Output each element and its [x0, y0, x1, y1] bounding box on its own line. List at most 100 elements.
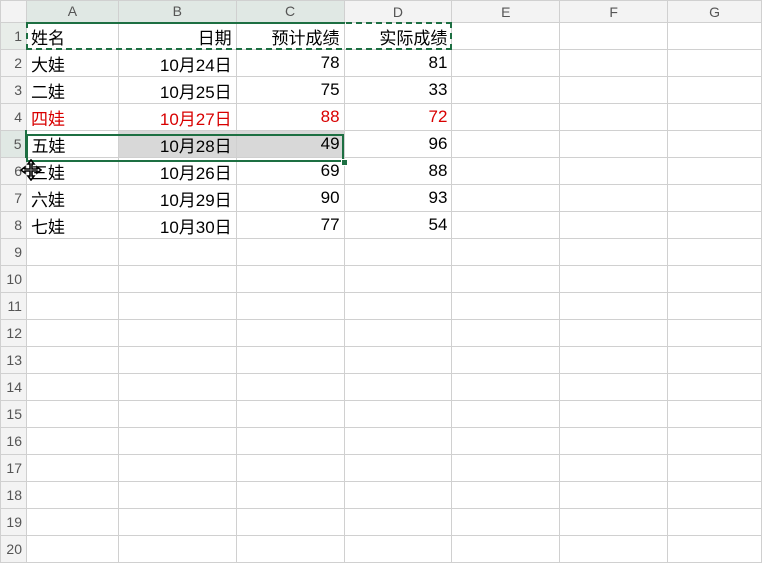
cell-G1[interactable]: [668, 23, 762, 50]
row-header-12[interactable]: 12: [1, 320, 27, 347]
cell-G3[interactable]: [668, 77, 762, 104]
cell-A17[interactable]: [26, 455, 118, 482]
cell-A3[interactable]: 二娃: [26, 77, 118, 104]
cell-G13[interactable]: [668, 347, 762, 374]
col-header-A[interactable]: A: [26, 1, 118, 23]
cell-C10[interactable]: [236, 266, 344, 293]
cell-A19[interactable]: [26, 509, 118, 536]
cell-D15[interactable]: [344, 401, 452, 428]
cell-E11[interactable]: [452, 293, 560, 320]
cell-B10[interactable]: [118, 266, 236, 293]
cell-G19[interactable]: [668, 509, 762, 536]
cell-D7[interactable]: 93: [344, 185, 452, 212]
cell-C12[interactable]: [236, 320, 344, 347]
col-header-G[interactable]: G: [668, 1, 762, 23]
col-header-C[interactable]: C: [236, 1, 344, 23]
cell-G4[interactable]: [668, 104, 762, 131]
cell-B12[interactable]: [118, 320, 236, 347]
col-header-E[interactable]: E: [452, 1, 560, 23]
cell-D8[interactable]: 54: [344, 212, 452, 239]
cell-B15[interactable]: [118, 401, 236, 428]
cell-A6[interactable]: 三娃: [26, 158, 118, 185]
row-header-16[interactable]: 16: [1, 428, 27, 455]
cell-E19[interactable]: [452, 509, 560, 536]
cell-D3[interactable]: 33: [344, 77, 452, 104]
cell-A5[interactable]: 五娃: [26, 131, 118, 158]
cell-G12[interactable]: [668, 320, 762, 347]
cell-B8[interactable]: 10月30日: [118, 212, 236, 239]
cell-A20[interactable]: [26, 536, 118, 563]
cell-E8[interactable]: [452, 212, 560, 239]
cell-A11[interactable]: [26, 293, 118, 320]
row-header-3[interactable]: 3: [1, 77, 27, 104]
cell-F15[interactable]: [560, 401, 668, 428]
cell-F17[interactable]: [560, 455, 668, 482]
row-header-5[interactable]: 5: [1, 131, 27, 158]
row-header-14[interactable]: 14: [1, 374, 27, 401]
cell-D19[interactable]: [344, 509, 452, 536]
cell-A13[interactable]: [26, 347, 118, 374]
cell-B18[interactable]: [118, 482, 236, 509]
cell-A14[interactable]: [26, 374, 118, 401]
cell-D10[interactable]: [344, 266, 452, 293]
cell-C19[interactable]: [236, 509, 344, 536]
select-all-corner[interactable]: [1, 1, 27, 23]
cell-C18[interactable]: [236, 482, 344, 509]
cell-G15[interactable]: [668, 401, 762, 428]
cell-G8[interactable]: [668, 212, 762, 239]
row-header-6[interactable]: 6: [1, 158, 27, 185]
cell-D11[interactable]: [344, 293, 452, 320]
cell-F12[interactable]: [560, 320, 668, 347]
cell-B3[interactable]: 10月25日: [118, 77, 236, 104]
cell-G11[interactable]: [668, 293, 762, 320]
cell-E13[interactable]: [452, 347, 560, 374]
cell-D1[interactable]: 实际成绩: [344, 23, 452, 50]
row-header-2[interactable]: 2: [1, 50, 27, 77]
row-header-13[interactable]: 13: [1, 347, 27, 374]
cell-B2[interactable]: 10月24日: [118, 50, 236, 77]
cell-G7[interactable]: [668, 185, 762, 212]
cell-E2[interactable]: [452, 50, 560, 77]
cell-E5[interactable]: [452, 131, 560, 158]
cell-E15[interactable]: [452, 401, 560, 428]
cell-D12[interactable]: [344, 320, 452, 347]
cell-C14[interactable]: [236, 374, 344, 401]
cell-C2[interactable]: 78: [236, 50, 344, 77]
cell-C4[interactable]: 88: [236, 104, 344, 131]
cell-C9[interactable]: [236, 239, 344, 266]
cell-E16[interactable]: [452, 428, 560, 455]
cell-G5[interactable]: [668, 131, 762, 158]
cell-B4[interactable]: 10月27日: [118, 104, 236, 131]
cell-B9[interactable]: [118, 239, 236, 266]
cell-D18[interactable]: [344, 482, 452, 509]
row-header-7[interactable]: 7: [1, 185, 27, 212]
cell-F2[interactable]: [560, 50, 668, 77]
cell-C13[interactable]: [236, 347, 344, 374]
cell-B20[interactable]: [118, 536, 236, 563]
cell-D9[interactable]: [344, 239, 452, 266]
cell-A2[interactable]: 大娃: [26, 50, 118, 77]
cell-C15[interactable]: [236, 401, 344, 428]
cell-F10[interactable]: [560, 266, 668, 293]
cell-F9[interactable]: [560, 239, 668, 266]
cell-F4[interactable]: [560, 104, 668, 131]
col-header-F[interactable]: F: [560, 1, 668, 23]
row-header-17[interactable]: 17: [1, 455, 27, 482]
cell-C17[interactable]: [236, 455, 344, 482]
cell-D16[interactable]: [344, 428, 452, 455]
row-header-11[interactable]: 11: [1, 293, 27, 320]
row-header-19[interactable]: 19: [1, 509, 27, 536]
cell-C1[interactable]: 预计成绩: [236, 23, 344, 50]
cell-F20[interactable]: [560, 536, 668, 563]
cell-G10[interactable]: [668, 266, 762, 293]
cell-B7[interactable]: 10月29日: [118, 185, 236, 212]
row-header-8[interactable]: 8: [1, 212, 27, 239]
cell-A18[interactable]: [26, 482, 118, 509]
row-header-15[interactable]: 15: [1, 401, 27, 428]
cell-B19[interactable]: [118, 509, 236, 536]
cell-G6[interactable]: [668, 158, 762, 185]
cell-A9[interactable]: [26, 239, 118, 266]
cell-E17[interactable]: [452, 455, 560, 482]
cell-B14[interactable]: [118, 374, 236, 401]
cell-B16[interactable]: [118, 428, 236, 455]
